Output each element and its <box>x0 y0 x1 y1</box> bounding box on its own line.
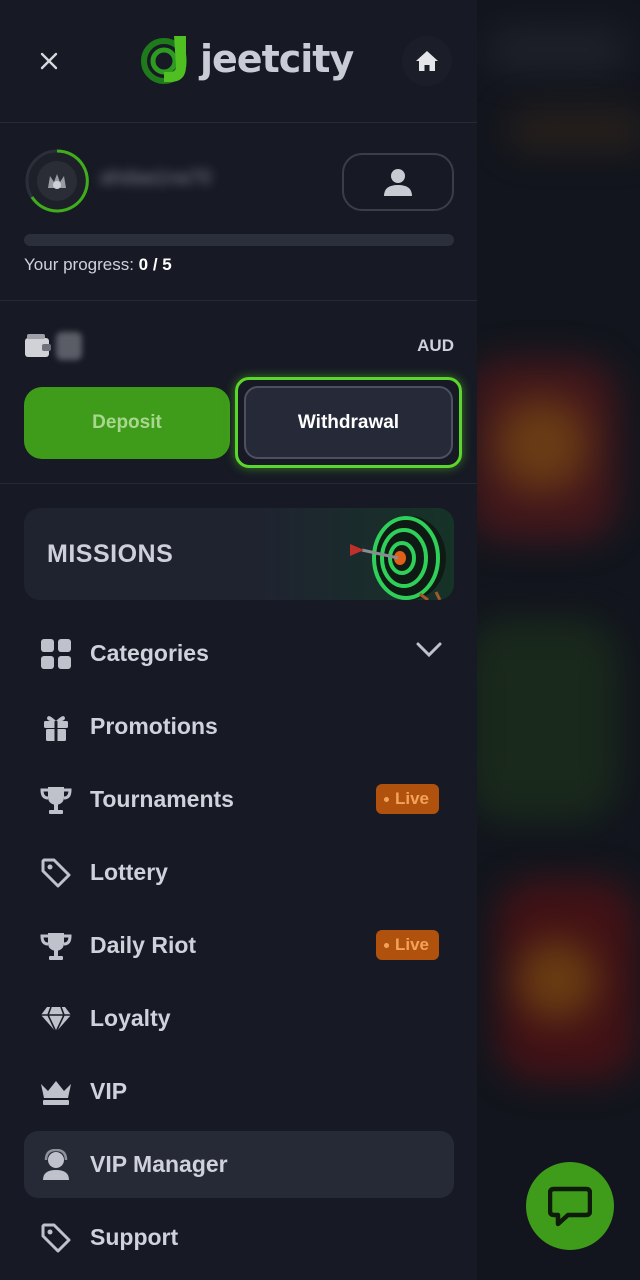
chat-button[interactable] <box>526 1162 614 1250</box>
progress-text: Your progress: 0 / 5 <box>24 255 172 275</box>
background-page <box>477 0 640 1280</box>
withdrawal-button[interactable]: Withdrawal <box>244 386 453 459</box>
menu-item-lottery[interactable]: Lottery <box>24 839 454 906</box>
trophy-icon <box>38 928 74 964</box>
diamond-icon <box>38 1001 74 1037</box>
menu-label: VIP Manager <box>90 1151 228 1177</box>
live-badge: Live <box>375 784 439 814</box>
chat-icon <box>548 1186 592 1227</box>
avatar[interactable] <box>24 148 90 214</box>
withdrawal-highlight: Withdrawal <box>235 377 462 468</box>
menu-label: Lottery <box>90 859 168 885</box>
missions-banner[interactable]: MISSIONS <box>24 508 454 600</box>
missions-label: MISSIONS <box>47 540 174 568</box>
menu-item-tournaments[interactable]: Tournaments Live <box>24 766 454 833</box>
menu-item-loyalty[interactable]: Loyalty <box>24 985 454 1052</box>
menu-label: Loyalty <box>90 1005 171 1031</box>
live-badge-label: Live <box>394 789 429 808</box>
menu-item-daily-riot[interactable]: Daily Riot Live <box>24 912 454 979</box>
dartboard-icon <box>350 516 446 600</box>
live-badge-label: Live <box>394 935 429 954</box>
drawer-header: jeetcity <box>0 0 477 123</box>
currency-label: AUD <box>417 336 454 355</box>
close-icon <box>40 52 58 70</box>
menu-list: Categories Promotions Tournaments Live L… <box>24 620 454 1277</box>
divider <box>0 483 477 484</box>
manager-icon <box>38 1147 74 1183</box>
deposit-button[interactable]: Deposit <box>24 387 230 459</box>
progress-value: 0 / 5 <box>138 255 172 274</box>
profile-button[interactable] <box>342 153 454 211</box>
close-button[interactable] <box>24 36 74 86</box>
menu-item-vip[interactable]: VIP <box>24 1058 454 1125</box>
chevron-down-icon[interactable] <box>416 642 442 658</box>
menu-label: Tournaments <box>90 786 234 812</box>
progress-bar <box>24 234 454 246</box>
tag-icon <box>38 855 74 891</box>
menu-label: Support <box>90 1224 179 1250</box>
wallet-row: AUD <box>24 330 454 362</box>
logo-icon <box>141 36 187 84</box>
wallet-icon <box>25 334 51 357</box>
menu-item-vip-manager[interactable]: VIP Manager <box>24 1131 454 1198</box>
menu-label: Promotions <box>90 713 218 739</box>
menu-label: Daily Riot <box>90 932 197 958</box>
user-icon <box>384 169 412 196</box>
live-badge: Live <box>375 930 439 960</box>
menu-item-promotions[interactable]: Promotions <box>24 693 454 760</box>
progress-label: Your progress: <box>24 255 134 274</box>
menu-label: VIP <box>90 1078 128 1104</box>
gift-icon <box>38 709 74 745</box>
crown-icon <box>38 1074 74 1110</box>
trophy-icon <box>38 782 74 818</box>
home-icon <box>416 51 438 71</box>
balance-value <box>56 332 82 360</box>
side-drawer: jeetcity ahdaa1na70 Your progress: 0 / 5 <box>0 0 477 1280</box>
tag-icon <box>38 1220 74 1256</box>
username: ahdaa1na70 <box>100 167 212 189</box>
menu-label: Categories <box>90 640 209 666</box>
menu-item-support[interactable]: Support <box>24 1204 454 1271</box>
home-button[interactable] <box>402 36 452 86</box>
menu-item-categories[interactable]: Categories <box>24 620 454 687</box>
logo-text: jeetcity <box>200 37 354 81</box>
grid-icon <box>38 636 74 672</box>
logo[interactable]: jeetcity <box>140 32 354 86</box>
